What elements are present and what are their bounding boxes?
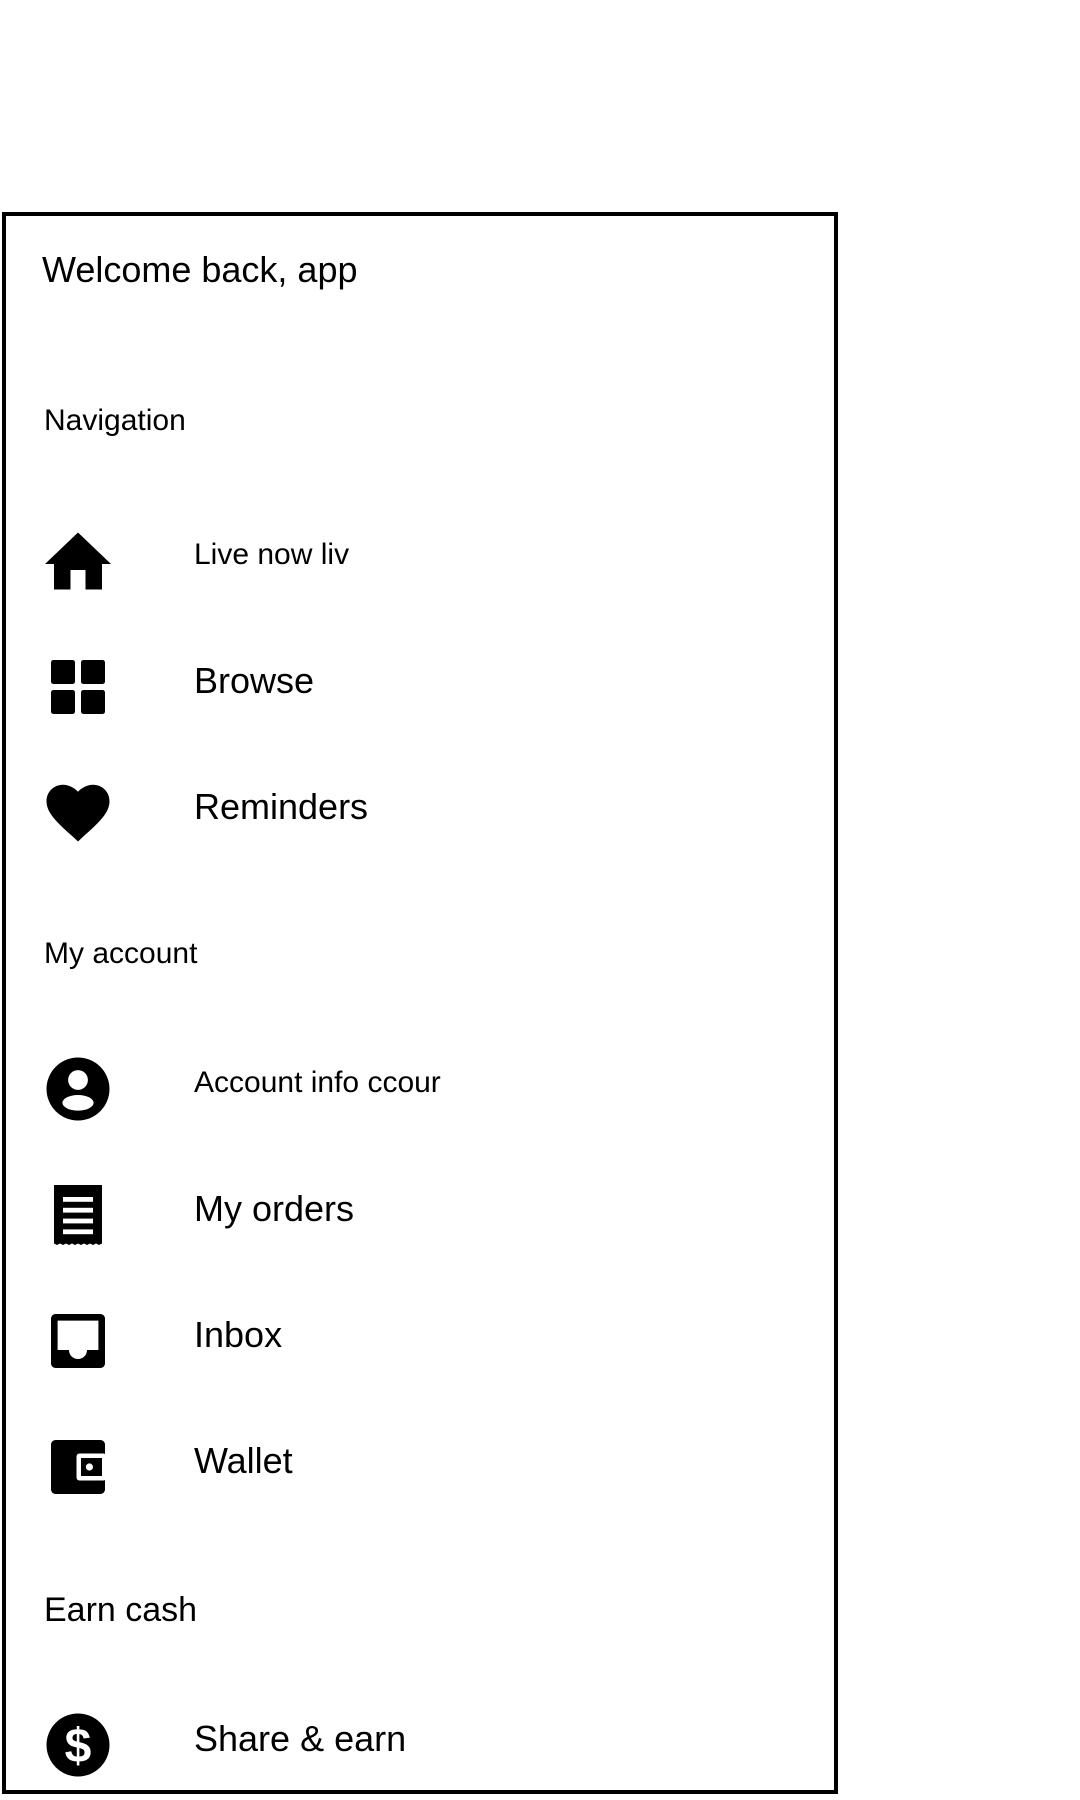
drawer-item-label: Browse [194,660,315,701]
navigation-drawer: Welcome back, app Navigation Live now li… [2,212,838,1794]
drawer-item-label: My orders [194,1188,355,1229]
drawer-item-label: Account info ccour [194,1066,441,1099]
heart-icon [42,777,114,849]
drawer-item-label: Live now liv [194,538,350,571]
receipt-icon [42,1179,114,1251]
drawer-item-label: Share & earn [194,1718,407,1759]
drawer-item-share-earn[interactable]: $ Share & earn [6,1684,826,1794]
svg-text:$: $ [65,1720,92,1773]
dollar-icon: $ [42,1709,114,1781]
grid-icon [42,651,114,723]
wallet-icon [42,1431,114,1503]
drawer-item-live-now[interactable]: Live now liv [6,500,826,610]
drawer-item-wallet[interactable]: Wallet [6,1406,826,1516]
drawer-item-label: Wallet [194,1440,293,1481]
welcome-title: Welcome back, app [42,249,358,290]
home-icon [42,525,114,597]
drawer-item-label: Inbox [194,1314,283,1355]
section-header-navigation: Navigation [44,404,186,437]
inbox-icon [42,1305,114,1377]
section-header-earn-cash: Earn cash [44,1591,198,1629]
account-circle-icon [42,1053,114,1125]
drawer-item-my-orders[interactable]: My orders [6,1154,826,1264]
drawer-item-browse[interactable]: Browse [6,626,826,736]
drawer-item-reminders[interactable]: Reminders [6,752,826,862]
section-header-my-account: My account [44,937,198,970]
drawer-item-account-info[interactable]: Account info ccour [6,1028,826,1138]
drawer-item-inbox[interactable]: Inbox [6,1280,826,1390]
drawer-item-label: Reminders [194,786,369,827]
